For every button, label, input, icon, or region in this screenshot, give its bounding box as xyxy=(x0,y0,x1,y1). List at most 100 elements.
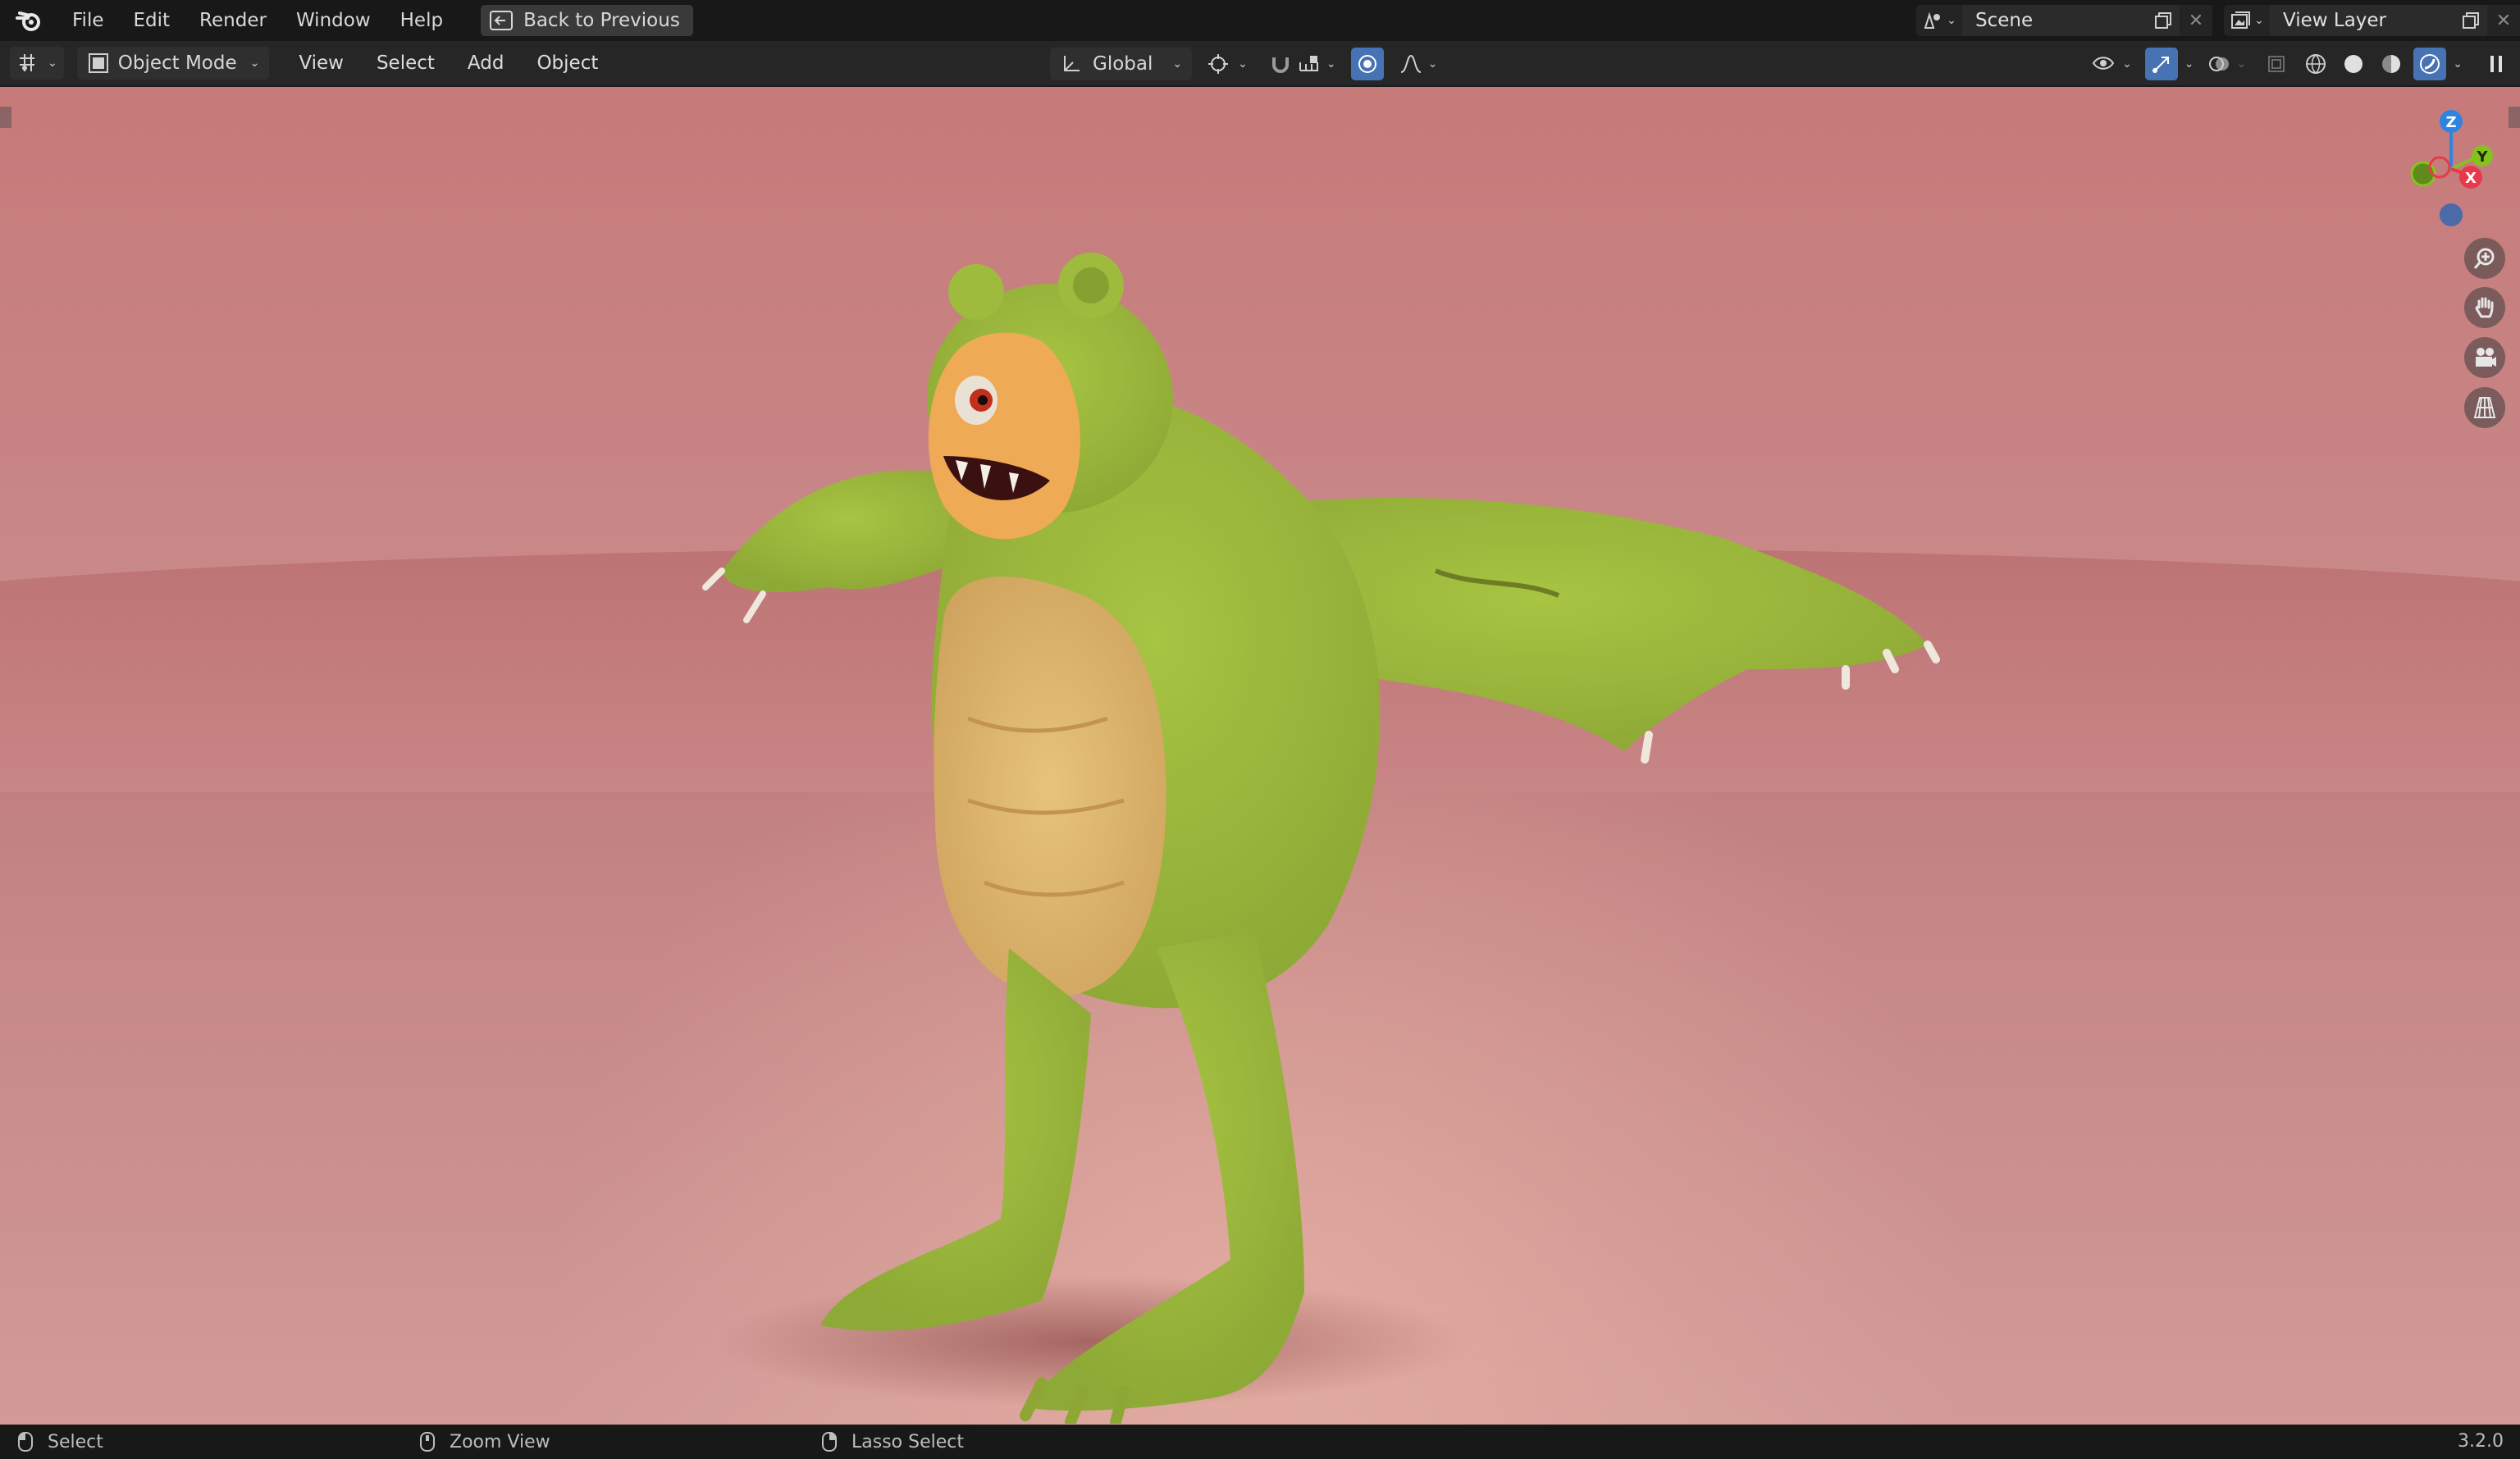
proportional-falloff-selector[interactable]: ⌄ xyxy=(1392,48,1445,80)
perspective-grid-icon xyxy=(2473,397,2496,418)
shading-rendered-button[interactable] xyxy=(2413,48,2447,80)
snap-increment-icon xyxy=(1299,56,1318,71)
gizmo-neg-z-axis[interactable] xyxy=(2440,203,2463,226)
mode-label: Object Mode xyxy=(117,52,237,74)
back-to-previous-label: Back to Previous xyxy=(523,10,680,31)
status-lasso-hint: Lasso Select xyxy=(822,1432,964,1452)
status-bar: Select Zoom View Lasso Select 3.2.0 xyxy=(0,1425,2520,1459)
sidebar-expand-tab[interactable] xyxy=(2509,107,2520,128)
mode-selector[interactable]: Object Mode ⌄ xyxy=(76,47,270,80)
back-to-previous-button[interactable]: Back to Previous xyxy=(481,5,693,36)
new-scene-button[interactable] xyxy=(2147,5,2180,36)
chevron-down-icon: ⌄ xyxy=(1238,57,1248,71)
orientation-icon xyxy=(1064,56,1080,71)
magnet-icon xyxy=(1271,57,1289,73)
shading-material-button[interactable] xyxy=(2376,48,2407,80)
pan-button[interactable] xyxy=(2464,287,2505,328)
gizmo-icon xyxy=(2152,57,2169,73)
gizmo-options-chevron-icon[interactable]: ⌄ xyxy=(2184,57,2194,71)
rendered-shading-icon xyxy=(2420,54,2440,74)
object-mode-icon xyxy=(88,53,108,73)
header-menu-select[interactable]: Select xyxy=(360,52,451,74)
top-menu-bar: File Edit Render Window Help Back to Pre… xyxy=(0,0,2520,41)
pivot-point-selector[interactable]: ⌄ xyxy=(1200,48,1254,80)
transform-orientation-selector[interactable]: Global ⌄ xyxy=(1050,48,1193,80)
scene-name-field[interactable]: Scene xyxy=(1962,5,2147,36)
xray-icon xyxy=(2268,56,2285,72)
close-icon: ✕ xyxy=(2495,10,2512,31)
pause-icon xyxy=(2490,56,2502,72)
menu-edit[interactable]: Edit xyxy=(119,0,185,41)
proportional-editing-icon xyxy=(1358,55,1376,73)
pivot-icon xyxy=(1208,54,1229,74)
shading-options-chevron-icon[interactable]: ⌄ xyxy=(2453,57,2463,71)
chevron-down-icon: ⌄ xyxy=(1427,57,1438,71)
header-menu-add[interactable]: Add xyxy=(451,52,521,74)
close-icon: ✕ xyxy=(2188,10,2204,31)
delete-scene-button[interactable]: ✕ xyxy=(2180,5,2212,36)
chevron-down-icon: ⌄ xyxy=(1947,14,1956,27)
scene-icon xyxy=(1924,11,1941,29)
duplicate-icon xyxy=(2155,12,2171,29)
view-layer-browse-button[interactable]: ⌄ xyxy=(2224,5,2270,36)
header-menu-object[interactable]: Object xyxy=(520,52,614,74)
view-layer-selector[interactable]: ⌄ View Layer ✕ xyxy=(2224,5,2520,36)
status-lasso-label: Lasso Select xyxy=(851,1431,964,1452)
viewport-header: ⌄ Object Mode ⌄ View Select Add Object G… xyxy=(0,41,2520,87)
show-gizmo-toggle[interactable] xyxy=(2144,48,2178,80)
scene-browse-button[interactable]: ⌄ xyxy=(1916,5,1962,36)
camera-icon xyxy=(2476,348,2496,367)
shading-wireframe-button[interactable] xyxy=(2300,48,2331,80)
snap-toggle[interactable]: ⌄ xyxy=(1262,48,1343,80)
solid-shading-icon xyxy=(2344,55,2363,73)
chevron-down-icon: ⌄ xyxy=(2254,14,2264,27)
menu-help[interactable]: Help xyxy=(386,0,458,41)
chevron-down-icon: ⌄ xyxy=(1326,57,1336,71)
3d-viewport[interactable]: Z Y X xyxy=(0,87,2520,1425)
transform-orientation-label: Global xyxy=(1093,53,1153,75)
status-select-hint: Select xyxy=(18,1432,103,1452)
chevron-down-icon: ⌄ xyxy=(1172,57,1183,71)
wireframe-shading-icon xyxy=(2306,54,2326,74)
overlays-icon xyxy=(2208,57,2229,71)
gizmo-z-label: Z xyxy=(2445,114,2456,131)
delete-view-layer-button[interactable]: ✕ xyxy=(2487,5,2520,36)
visibility-selector[interactable]: ⌄ xyxy=(2084,48,2139,80)
new-view-layer-button[interactable] xyxy=(2454,5,2487,36)
proportional-editing-toggle[interactable] xyxy=(1350,48,1384,80)
chevron-down-icon: ⌄ xyxy=(2122,57,2132,71)
view-layer-icon xyxy=(2231,11,2251,29)
gizmo-y-label: Y xyxy=(2476,148,2488,166)
monster-character-model[interactable] xyxy=(697,210,1944,1424)
chevron-down-icon: ⌄ xyxy=(48,57,57,70)
gizmo-x-label: X xyxy=(2465,170,2477,187)
zoom-icon xyxy=(2473,248,2495,269)
view-layer-name-field[interactable]: View Layer xyxy=(2270,5,2454,36)
back-to-previous-icon xyxy=(490,11,514,30)
chevron-down-icon: ⌄ xyxy=(2236,57,2247,71)
header-menu-view[interactable]: View xyxy=(282,52,360,74)
scene-selector[interactable]: ⌄ Scene ✕ xyxy=(1916,5,2212,36)
status-zoom-label: Zoom View xyxy=(450,1431,550,1452)
pause-render-button[interactable] xyxy=(2481,48,2512,80)
navigation-gizmo[interactable]: Z Y X xyxy=(2376,103,2499,235)
menu-file[interactable]: File xyxy=(57,0,119,41)
editor-type-button[interactable]: ⌄ xyxy=(10,47,64,80)
perspective-toggle-button[interactable] xyxy=(2464,387,2505,428)
toolbar-expand-tab[interactable] xyxy=(0,107,11,128)
mouse-middle-click-icon xyxy=(420,1432,435,1452)
status-select-label: Select xyxy=(48,1431,103,1452)
mouse-right-click-icon xyxy=(822,1432,837,1452)
xray-toggle[interactable] xyxy=(2259,48,2294,80)
duplicate-icon xyxy=(2463,12,2479,29)
menu-render[interactable]: Render xyxy=(185,0,281,41)
show-overlays-toggle[interactable]: ⌄ xyxy=(2201,48,2253,80)
zoom-button[interactable] xyxy=(2464,238,2505,279)
shading-solid-button[interactable] xyxy=(2338,48,2369,80)
mouse-left-click-icon xyxy=(18,1432,33,1452)
menu-window[interactable]: Window xyxy=(281,0,386,41)
3d-viewport-editor-icon xyxy=(20,54,34,71)
camera-view-button[interactable] xyxy=(2464,337,2505,378)
blender-logo-icon[interactable] xyxy=(15,7,43,34)
chevron-down-icon: ⌄ xyxy=(249,57,260,70)
